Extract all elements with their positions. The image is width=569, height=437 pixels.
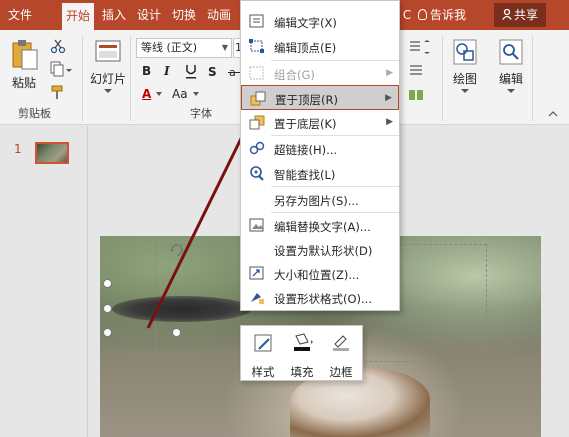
menu-item-label: 另存为图片(S)... xyxy=(274,194,359,208)
menu-item-label: 编辑替换文字(A)... xyxy=(274,220,371,234)
mini-toolbar: 样式 填充 边框 xyxy=(240,325,363,381)
menu-item-label: 设置形状格式(O)... xyxy=(274,292,372,306)
menu-item-send-to-back[interactable]: 置于底层(K) ▶ xyxy=(241,110,399,135)
size-position-icon xyxy=(249,266,265,281)
paint-bucket-icon xyxy=(292,332,314,354)
menu-item-edit-alt-text[interactable]: 编辑替换文字(A)... xyxy=(241,213,399,238)
menu-item-label: 超链接(H)... xyxy=(274,143,338,157)
menu-item-label: 置于顶层(R) xyxy=(275,93,338,107)
smart-lookup-icon xyxy=(249,166,265,181)
submenu-arrow-icon: ▶ xyxy=(385,93,392,103)
submenu-arrow-icon: ▶ xyxy=(386,117,393,127)
menu-item-bring-to-front[interactable]: 置于顶层(R) ▶ xyxy=(241,85,399,110)
shape-outline-icon xyxy=(331,332,353,354)
menu-item-size-position[interactable]: 大小和位置(Z)... xyxy=(241,261,399,286)
shape-style-icon xyxy=(254,334,274,354)
hyperlink-icon xyxy=(249,141,265,156)
style-label: 样式 xyxy=(251,365,275,379)
submenu-arrow-icon: ▶ xyxy=(386,68,393,78)
outline-button[interactable]: 边框 xyxy=(322,326,360,382)
alt-text-icon xyxy=(249,218,265,233)
send-to-back-icon xyxy=(249,115,265,130)
menu-item-label: 大小和位置(Z)... xyxy=(274,268,360,282)
menu-item-edit-text[interactable]: 编辑文字(X) xyxy=(241,9,399,34)
menu-item-set-default-shape[interactable]: 设置为默认形状(D) xyxy=(241,237,399,262)
menu-item-label: 智能查找(L) xyxy=(274,168,336,182)
edit-text-icon xyxy=(249,14,265,29)
menu-item-edit-points[interactable]: 编辑顶点(E) xyxy=(241,34,399,59)
bring-to-front-icon xyxy=(250,91,266,106)
menu-item-label: 编辑文字(X) xyxy=(274,16,337,30)
menu-item-label: 置于底层(K) xyxy=(274,117,337,131)
menu-item-group[interactable]: 组合(G) ▶ xyxy=(241,61,399,86)
menu-item-format-shape[interactable]: 设置形状格式(O)... xyxy=(241,285,399,310)
fill-button[interactable]: 填充 xyxy=(283,326,321,382)
powerpoint-window: 文件 开始 插入 设计 切换 动画 C 告诉我 共享 粘贴 剪贴板 幻灯片 等线… xyxy=(0,0,569,437)
style-button[interactable]: 样式 xyxy=(244,326,282,382)
menu-item-label: 组合(G) xyxy=(274,68,315,82)
format-shape-icon xyxy=(249,290,265,305)
group-icon xyxy=(249,66,265,81)
context-menu: 编辑文字(X) 编辑顶点(E) 组合(G) ▶ 置于顶层(R) ▶ 置于底层(K… xyxy=(240,0,400,311)
outline-label: 边框 xyxy=(329,365,353,379)
menu-item-hyperlink[interactable]: 超链接(H)... xyxy=(241,136,399,161)
menu-item-smart-lookup[interactable]: 智能查找(L) xyxy=(241,161,399,186)
menu-item-label: 设置为默认形状(D) xyxy=(274,244,373,258)
edit-points-icon xyxy=(249,39,265,54)
fill-label: 填充 xyxy=(290,365,314,379)
menu-item-save-as-picture[interactable]: 另存为图片(S)... xyxy=(241,187,399,212)
menu-item-label: 编辑顶点(E) xyxy=(274,41,337,55)
